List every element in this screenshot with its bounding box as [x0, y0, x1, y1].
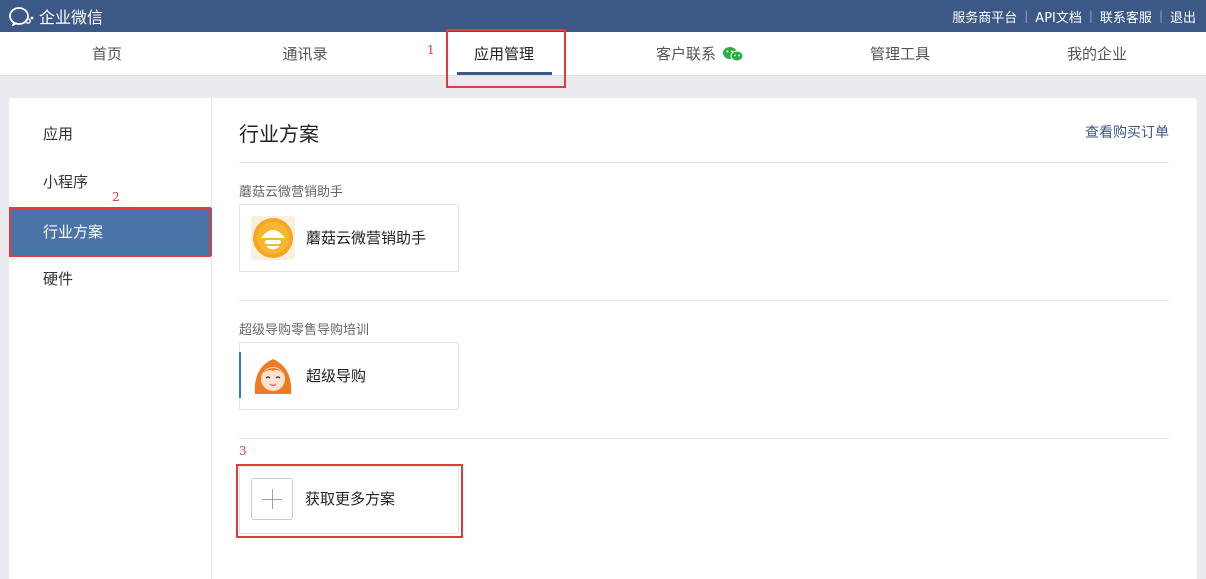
- brand-name: 企业微信: [39, 8, 104, 27]
- app-card-super-shopping-guide[interactable]: 超级导购: [239, 342, 459, 410]
- section-title: 蘑菇云微营销助手: [239, 185, 344, 200]
- logout-link[interactable]: 退出: [1170, 7, 1196, 26]
- tab-label: 首页: [91, 44, 122, 63]
- tab-contacts[interactable]: 通讯录: [255, 32, 355, 76]
- top-links: 服务商平台 | API文档 | 联系客服 | 退出: [952, 0, 1196, 32]
- top-bar: 企业微信 服务商平台 | API文档 | 联系客服 | 退出: [0, 0, 1206, 32]
- divider: [239, 300, 1169, 301]
- main-nav: 首页 通讯录 应用管理 客户联系 管理工具 我的企业: [0, 32, 1206, 76]
- divider: [239, 162, 1169, 163]
- annotation-box-3: [236, 464, 463, 538]
- sidebar: 应用 小程序 行业方案 硬件: [9, 98, 212, 579]
- view-orders-link[interactable]: 查看购买订单: [1085, 122, 1169, 142]
- tab-management-tools[interactable]: 管理工具: [850, 32, 950, 76]
- annotation-box-1: [446, 29, 566, 88]
- divider: |: [1088, 9, 1093, 23]
- annotation-box-2: [9, 207, 211, 257]
- service-provider-link[interactable]: 服务商平台: [952, 7, 1017, 26]
- tab-my-company[interactable]: 我的企业: [1047, 32, 1147, 76]
- content-panel: 应用 小程序 行业方案 硬件 行业方案 查看购买订单 蘑菇云微营销助手 蘑菇云微…: [9, 98, 1197, 579]
- api-docs-link[interactable]: API文档: [1035, 7, 1082, 26]
- tab-home[interactable]: 首页: [57, 32, 157, 76]
- annotation-number-3: 3: [239, 444, 247, 458]
- tab-customer-contact[interactable]: 客户联系: [645, 32, 755, 76]
- sidebar-item-label: 应用: [43, 125, 74, 143]
- tab-label: 通讯录: [282, 44, 328, 63]
- cartoon-girl-avatar-icon: [251, 354, 295, 398]
- selected-accent-bar: [239, 352, 241, 398]
- section-title: 超级导购零售导购培训: [239, 323, 370, 338]
- page-title: 行业方案: [239, 122, 319, 146]
- tab-label: 客户联系: [655, 44, 716, 63]
- app-name: 超级导购: [306, 367, 367, 385]
- brand-logo[interactable]: 企业微信: [8, 5, 103, 27]
- tab-label: 我的企业: [1066, 44, 1127, 63]
- wechat-icon: [723, 47, 744, 62]
- sidebar-item-apps[interactable]: 应用: [9, 110, 212, 158]
- chat-bubble-logo-icon: [9, 7, 34, 26]
- annotation-number-1: 1: [427, 43, 435, 57]
- sidebar-item-mini-programs[interactable]: 小程序: [9, 158, 212, 206]
- sidebar-item-label: 小程序: [43, 173, 89, 191]
- divider: |: [1158, 9, 1163, 23]
- contact-support-link[interactable]: 联系客服: [1100, 7, 1152, 26]
- app-card-mushroom-cloud[interactable]: 蘑菇云微营销助手: [239, 204, 459, 272]
- tab-label: 管理工具: [869, 44, 930, 63]
- annotation-number-2: 2: [112, 190, 120, 204]
- app-name: 蘑菇云微营销助手: [306, 229, 427, 247]
- mushroom-cloud-logo-icon: [251, 216, 295, 260]
- sidebar-item-label: 硬件: [43, 270, 74, 288]
- sidebar-item-hardware[interactable]: 硬件: [9, 255, 212, 303]
- divider: |: [1024, 9, 1029, 23]
- divider: [239, 438, 1169, 439]
